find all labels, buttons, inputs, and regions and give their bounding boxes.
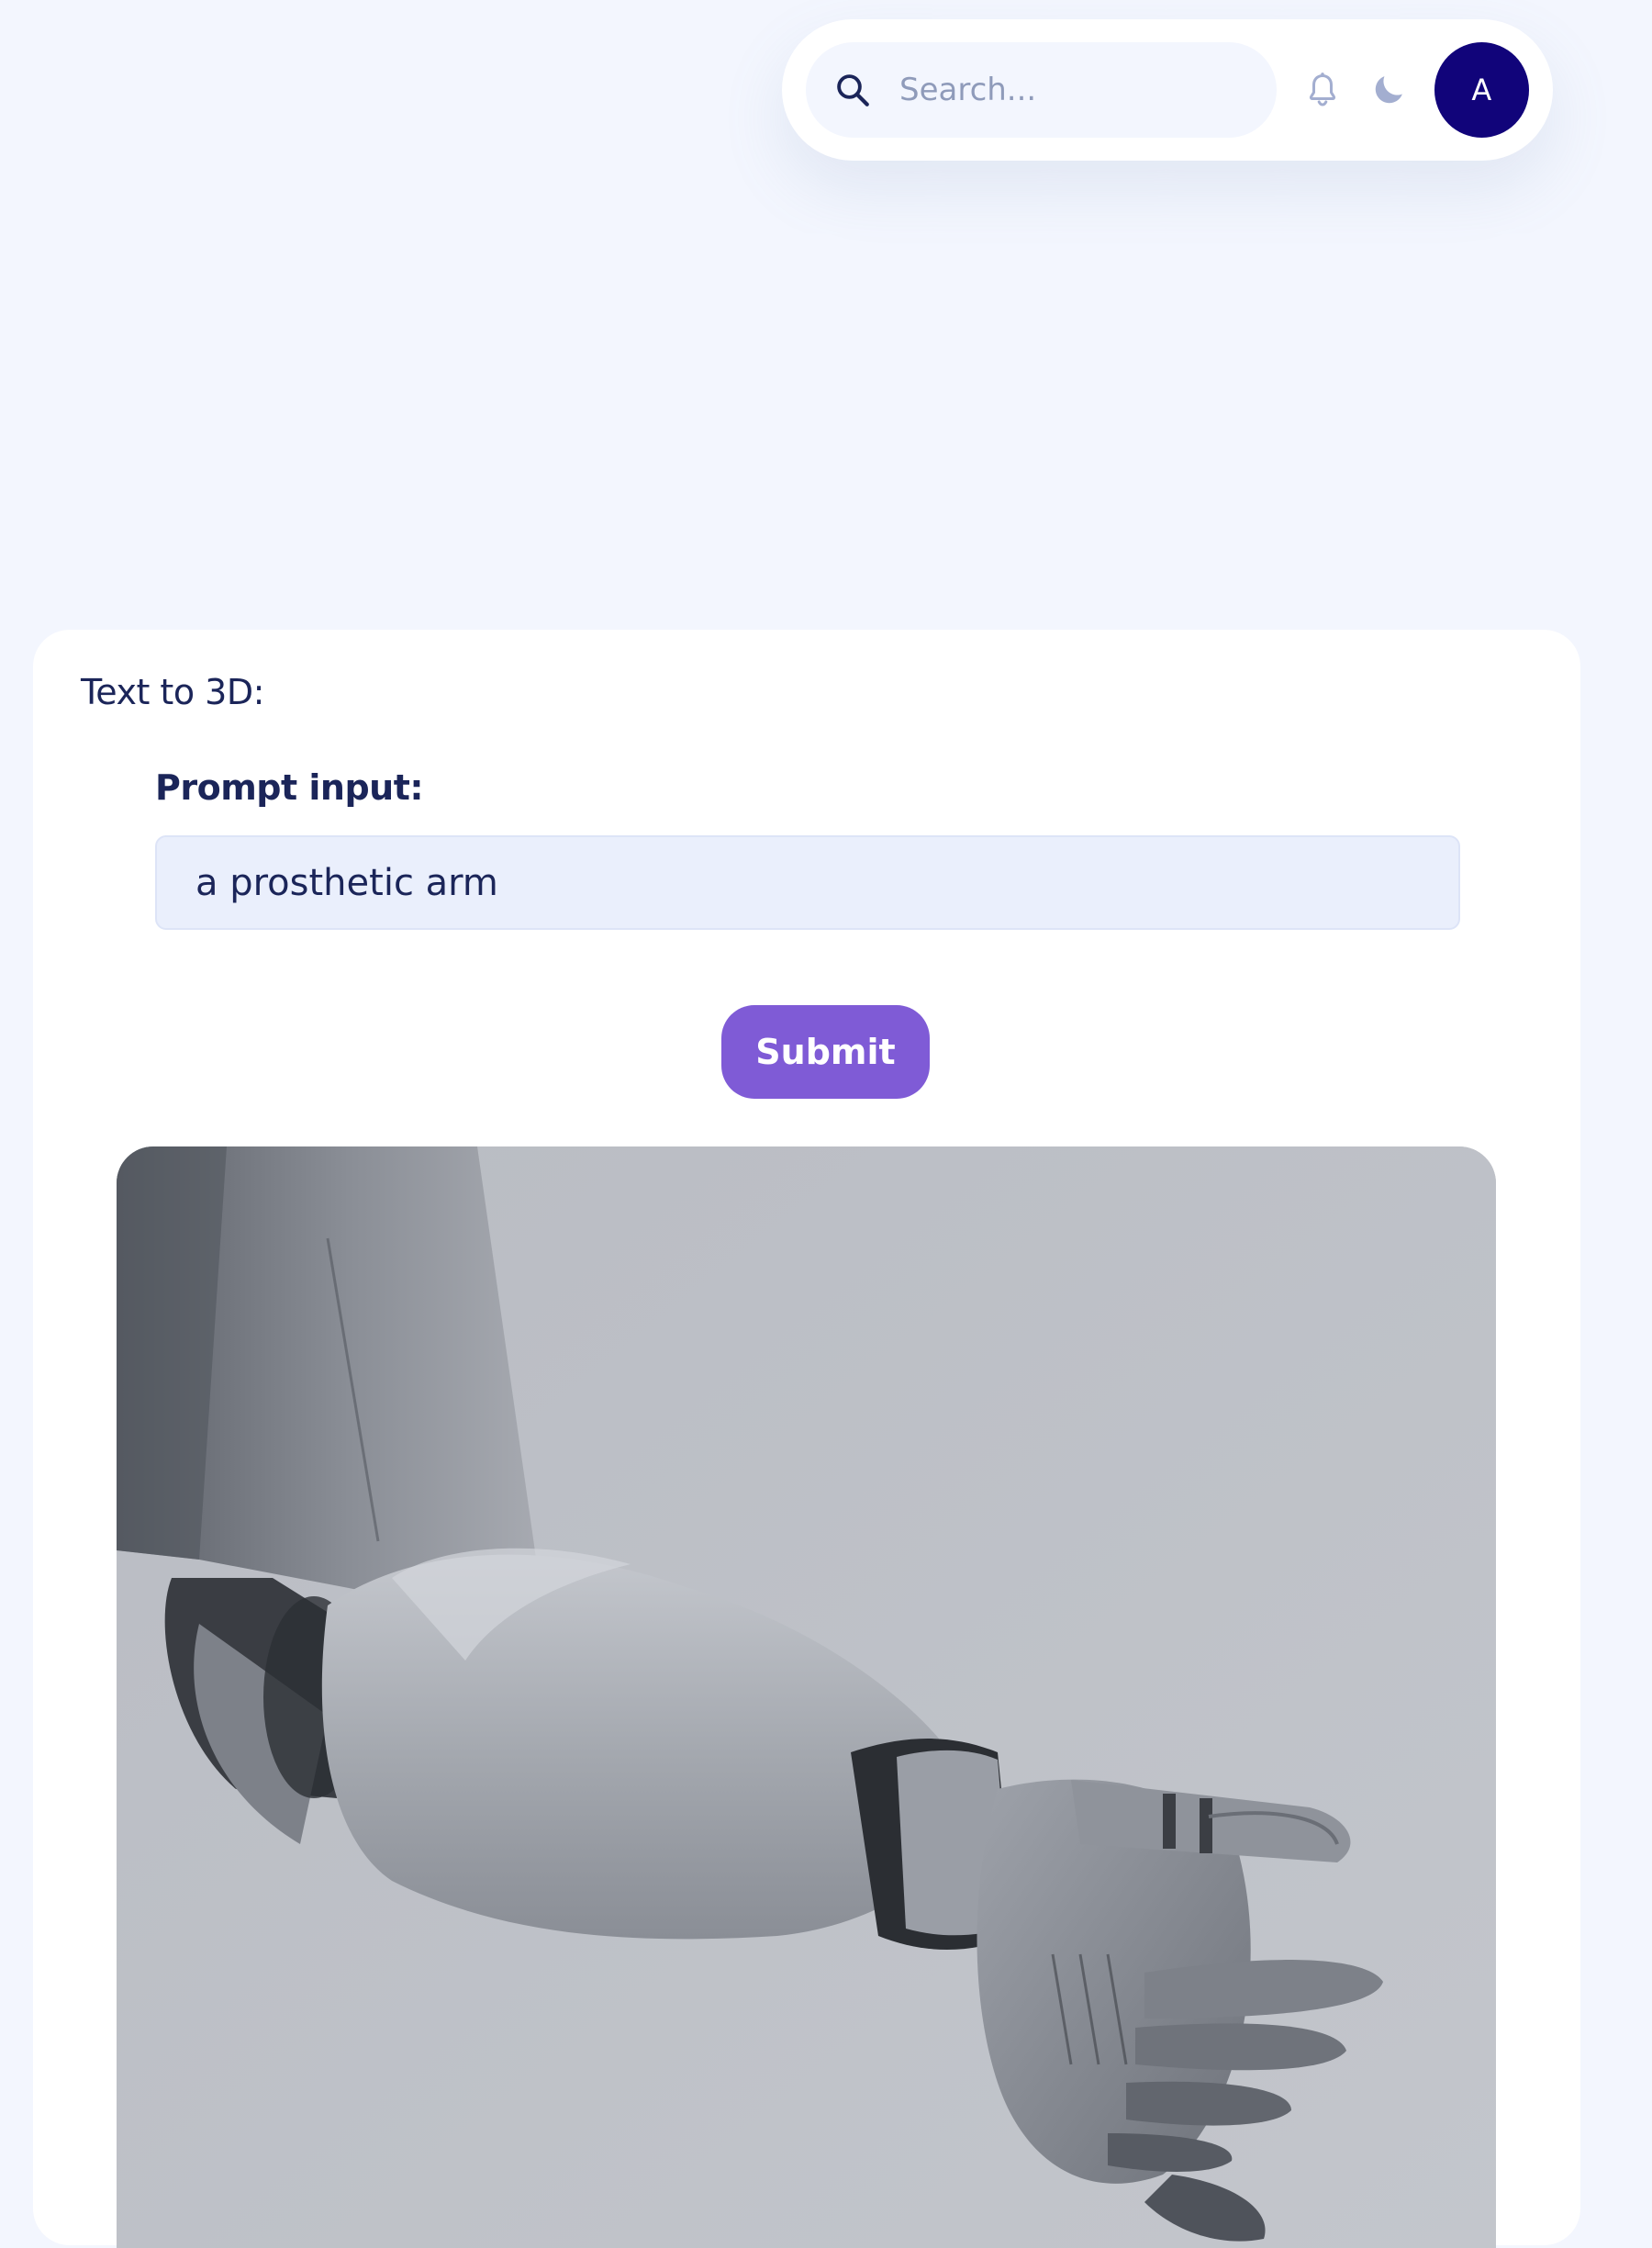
top-navbar: A bbox=[782, 19, 1553, 161]
search-bar[interactable] bbox=[806, 42, 1278, 138]
prompt-input[interactable] bbox=[155, 835, 1460, 930]
generated-image bbox=[117, 1146, 1496, 2248]
submit-button[interactable]: Submit bbox=[721, 1005, 930, 1099]
search-input[interactable] bbox=[898, 71, 1246, 109]
text-to-3d-card: Text to 3D: Prompt input: Submit bbox=[33, 630, 1580, 2248]
search-icon[interactable] bbox=[833, 71, 872, 109]
avatar[interactable]: A bbox=[1434, 42, 1529, 138]
bell-icon bbox=[1309, 73, 1336, 106]
card-title: Text to 3D: bbox=[81, 672, 264, 712]
moon-icon bbox=[1375, 76, 1402, 104]
prompt-input-label: Prompt input: bbox=[155, 767, 424, 808]
notifications-button[interactable] bbox=[1300, 68, 1345, 112]
prosthetic-arm-image bbox=[117, 1146, 1496, 2248]
dark-mode-toggle[interactable] bbox=[1367, 68, 1411, 112]
